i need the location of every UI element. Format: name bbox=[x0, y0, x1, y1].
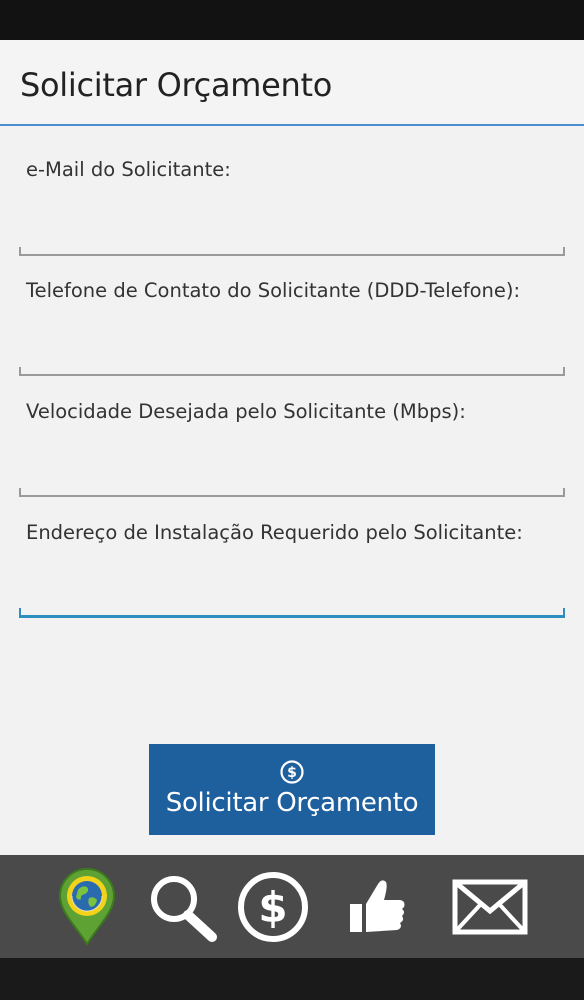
status-bar bbox=[0, 0, 584, 40]
app-screen: Solicitar Orçamento e-Mail do Solicitant… bbox=[0, 40, 584, 855]
submit-button-label: Solicitar Orçamento bbox=[165, 788, 419, 818]
thumbs-up-icon bbox=[350, 880, 405, 932]
system-navigation-bar bbox=[0, 958, 584, 1000]
phone-label: Telefone de Contato do Solicitante (DDD-… bbox=[26, 279, 521, 302]
solicitar-orcamento-button[interactable]: $ Solicitar Orçamento bbox=[149, 744, 435, 835]
nav-quote[interactable]: $ bbox=[234, 867, 312, 947]
svg-text:$: $ bbox=[287, 765, 297, 781]
mail-icon bbox=[452, 879, 528, 935]
svg-text:$: $ bbox=[258, 883, 287, 932]
nav-search[interactable] bbox=[142, 867, 222, 947]
dollar-circle-icon: $ bbox=[280, 760, 304, 784]
phone-field-underline bbox=[19, 362, 565, 376]
email-label: e-Mail do Solicitante: bbox=[26, 158, 231, 181]
nav-contact[interactable] bbox=[448, 867, 532, 947]
map-pin-globe-icon bbox=[58, 868, 116, 946]
nav-like[interactable] bbox=[340, 867, 414, 947]
speed-field-underline bbox=[19, 483, 565, 497]
action-bar: Solicitar Orçamento bbox=[0, 40, 584, 126]
bottom-nav: $ bbox=[0, 855, 584, 958]
address-label: Endereço de Instalação Requerido pelo So… bbox=[26, 521, 523, 544]
page-title: Solicitar Orçamento bbox=[20, 66, 333, 104]
email-field-underline bbox=[19, 242, 565, 256]
speed-label: Velocidade Desejada pelo Solicitante (Mb… bbox=[26, 400, 466, 423]
nav-map-pin[interactable] bbox=[52, 867, 122, 947]
dollar-icon: $ bbox=[238, 872, 308, 942]
search-icon bbox=[151, 876, 217, 942]
address-field-underline bbox=[19, 604, 565, 618]
